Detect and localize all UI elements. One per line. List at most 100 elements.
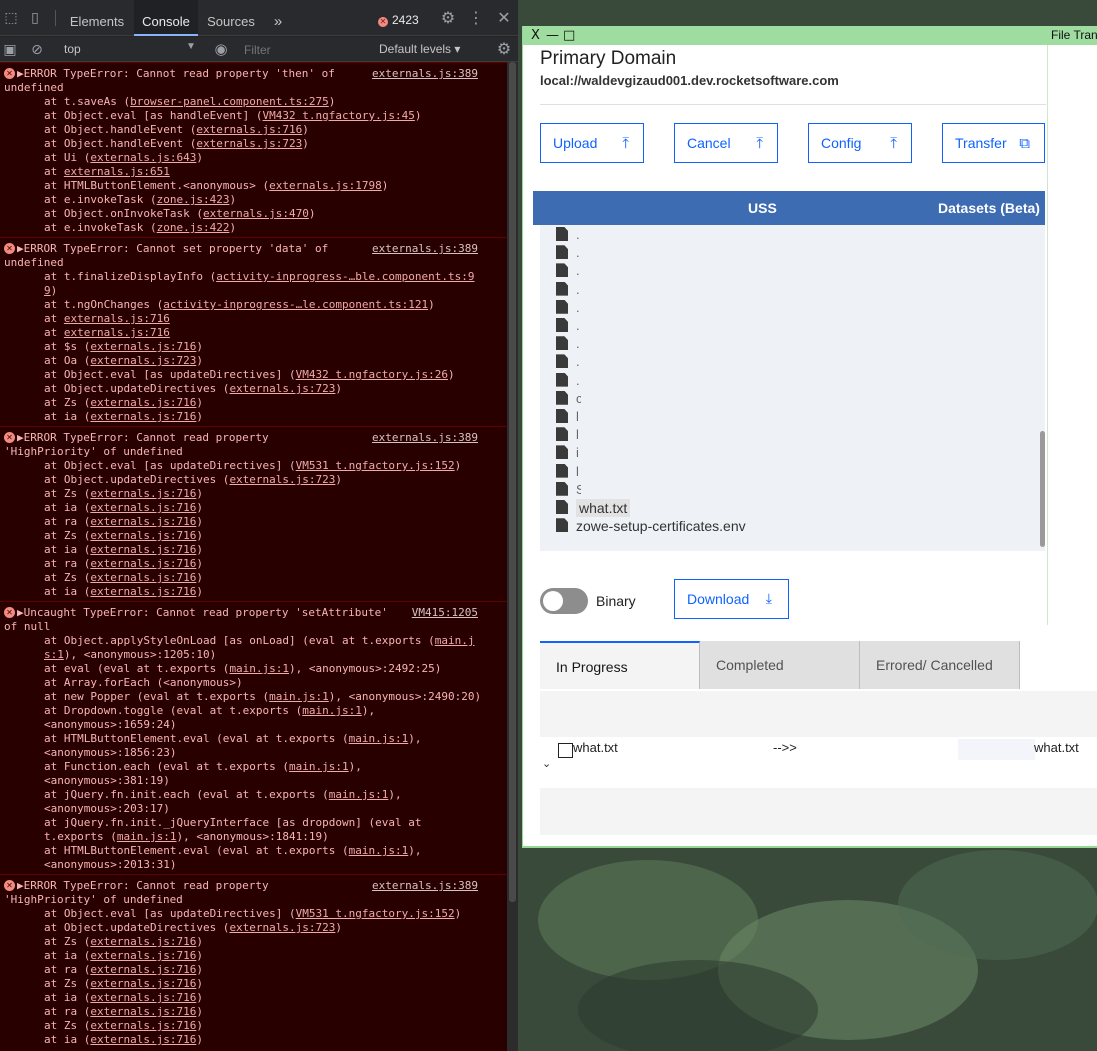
gear-icon[interactable]: ⚙ xyxy=(439,9,457,27)
list-item[interactable]: . xyxy=(556,317,581,335)
stack-trace-link[interactable]: externals.js:723 xyxy=(229,382,335,395)
stack-trace-link[interactable]: externals.js:716 xyxy=(90,935,196,948)
stack-trace-link[interactable]: zone.js:422 xyxy=(157,221,230,234)
stack-trace-link[interactable]: main.js:1 xyxy=(229,662,289,675)
console-message[interactable]: ✕ ▶ERROR TypeError: Cannot read property e… xyxy=(0,874,507,1049)
list-item[interactable]: l xyxy=(556,463,581,481)
more-tabs-icon[interactable]: » xyxy=(270,0,286,36)
stack-trace-link[interactable]: externals.js:716 xyxy=(90,991,196,1004)
list-item[interactable]: zowe-setup-certificates.env xyxy=(556,517,746,535)
tab-errored-cancelled[interactable]: Errored/ Cancelled xyxy=(860,641,1020,689)
console-message[interactable]: ✕ ▶ERROR TypeError: Cannot read property e… xyxy=(0,426,507,601)
list-item[interactable]: . xyxy=(556,335,581,353)
device-toolbar-icon[interactable]: ▯ xyxy=(26,9,44,27)
stack-trace-link[interactable]: externals.js:723 xyxy=(229,921,335,934)
stack-trace-link[interactable]: externals.js:716 xyxy=(90,1005,196,1018)
message-source-link[interactable]: VM415:1205 xyxy=(412,606,478,620)
stack-trace-link[interactable]: VM432 t.ngfactory.js:45 xyxy=(263,109,415,122)
console-message[interactable]: ✕ ▶Uncaught TypeError: Cannot read proper… xyxy=(0,601,507,874)
stack-trace-link[interactable]: externals.js:716 xyxy=(90,963,196,976)
stack-trace-link[interactable]: main.js:1 xyxy=(117,830,177,843)
clear-console-icon[interactable]: ⊘ xyxy=(28,41,46,59)
error-count-badge[interactable]: ✕ 2423 xyxy=(378,13,419,27)
stack-trace-link[interactable]: externals.js:716 xyxy=(90,1033,196,1046)
stack-trace-link[interactable]: activity-inprogress-…le.component.ts:121 xyxy=(163,298,428,311)
list-item[interactable]: . xyxy=(556,281,581,299)
stack-trace-link[interactable]: externals.js:716 xyxy=(90,515,196,528)
stack-trace-link[interactable]: externals.js:716 xyxy=(90,501,196,514)
stack-trace-link[interactable]: VM531 t.ngfactory.js:152 xyxy=(296,459,455,472)
console-message[interactable]: ✕ ▶ERROR TypeError: Cannot set property '… xyxy=(0,237,507,426)
tab-datasets[interactable]: Datasets (Beta) xyxy=(938,191,1040,225)
context-select[interactable]: top xyxy=(64,42,81,56)
stack-trace-link[interactable]: s:1 xyxy=(44,648,64,661)
list-item[interactable]: . xyxy=(556,299,581,317)
stack-trace-link[interactable]: externals.js:716 xyxy=(90,410,196,423)
stack-trace-link[interactable]: externals.js:716 xyxy=(90,396,196,409)
download-button[interactable]: Download ⤓ xyxy=(674,579,789,619)
list-item[interactable]: i xyxy=(556,444,581,462)
list-item[interactable]: c xyxy=(556,390,581,408)
config-button[interactable]: Config ⤒ xyxy=(808,123,912,163)
cancel-button[interactable]: Cancel ⤒ xyxy=(674,123,778,163)
binary-toggle[interactable] xyxy=(540,588,588,614)
tab-uss[interactable]: USS xyxy=(748,191,777,225)
list-item[interactable]: . xyxy=(556,372,581,390)
kebab-menu-icon[interactable]: ⋮ xyxy=(467,9,485,27)
stack-trace-link[interactable]: externals.js:716 xyxy=(64,326,170,339)
stack-trace-link[interactable]: externals.js:716 xyxy=(64,312,170,325)
stack-trace-link[interactable]: browser-panel.component.ts:275 xyxy=(130,95,329,108)
stack-trace-link[interactable]: externals.js:716 xyxy=(196,123,302,136)
stack-trace-link[interactable]: externals.js:1798 xyxy=(269,179,382,192)
stack-trace-link[interactable]: externals.js:651 xyxy=(64,165,170,178)
stack-trace-link[interactable]: externals.js:716 xyxy=(90,557,196,570)
filter-input[interactable] xyxy=(244,40,364,59)
stack-trace-link[interactable]: externals.js:716 xyxy=(90,1019,196,1032)
stack-trace-link[interactable]: externals.js:723 xyxy=(229,473,335,486)
upload-button[interactable]: Upload ⤒ xyxy=(540,123,644,163)
message-source-link[interactable]: externals.js:389 xyxy=(372,879,478,893)
list-item[interactable]: . xyxy=(556,353,581,371)
window-minimize-button[interactable]: — xyxy=(546,26,559,45)
stack-trace-link[interactable]: zone.js:423 xyxy=(157,193,230,206)
stack-trace-link[interactable]: main.js:1 xyxy=(349,844,409,857)
console-scrollbar-thumb[interactable] xyxy=(509,62,516,902)
message-source-link[interactable]: externals.js:389 xyxy=(372,242,478,256)
stack-trace-link[interactable]: main.js:1 xyxy=(269,690,329,703)
stack-trace-link[interactable]: externals.js:716 xyxy=(90,949,196,962)
window-maximize-button[interactable]: □ xyxy=(563,26,575,45)
stack-trace-link[interactable]: externals.js:716 xyxy=(90,571,196,584)
message-source-link[interactable]: externals.js:389 xyxy=(372,431,478,445)
stack-trace-link[interactable]: externals.js:723 xyxy=(196,137,302,150)
stack-trace-link[interactable]: VM432 t.ngfactory.js:26 xyxy=(296,368,448,381)
stack-trace-link[interactable]: externals.js:723 xyxy=(90,354,196,367)
tab-elements[interactable]: Elements xyxy=(62,0,132,36)
stack-trace-link[interactable]: main.js:1 xyxy=(349,732,409,745)
tab-sources[interactable]: Sources xyxy=(200,0,262,36)
list-item[interactable]: . xyxy=(556,262,581,280)
console-settings-icon[interactable]: ⚙ xyxy=(495,40,513,58)
stack-trace-link[interactable]: externals.js:716 xyxy=(90,585,196,598)
console-scrollbar[interactable] xyxy=(507,62,518,1051)
stack-trace-link[interactable]: main.js:1 xyxy=(329,788,389,801)
log-levels-dropdown[interactable]: Default levels ▾ xyxy=(379,42,460,56)
stack-trace-link[interactable]: externals.js:716 xyxy=(90,543,196,556)
message-source-link[interactable]: externals.js:389 xyxy=(372,67,478,81)
list-item[interactable]: . xyxy=(556,244,581,262)
sidebar-toggle-icon[interactable]: ▣ xyxy=(1,41,19,59)
stack-trace-link[interactable]: externals.js:470 xyxy=(203,207,309,220)
list-item[interactable]: l xyxy=(556,408,581,426)
stack-trace-link[interactable]: externals.js:716 xyxy=(90,529,196,542)
stack-trace-link[interactable]: 9 xyxy=(44,284,51,297)
console-message[interactable]: ✕ ▶ERROR TypeError: Cannot read property … xyxy=(0,62,507,237)
stack-trace-link[interactable]: main.js:1 xyxy=(289,760,349,773)
stack-trace-link[interactable]: main.j xyxy=(435,634,475,647)
stack-trace-link[interactable]: activity-inprogress-…ble.component.ts:9 xyxy=(216,270,474,283)
stack-trace-link[interactable]: externals.js:716 xyxy=(90,340,196,353)
list-item[interactable]: . xyxy=(556,226,581,244)
tab-completed[interactable]: Completed xyxy=(700,641,860,689)
list-item[interactable]: l xyxy=(556,426,581,444)
list-item[interactable]: what.txt xyxy=(556,499,631,517)
stack-trace-link[interactable]: VM531 t.ngfactory.js:152 xyxy=(296,907,455,920)
tab-console[interactable]: Console xyxy=(134,0,198,36)
